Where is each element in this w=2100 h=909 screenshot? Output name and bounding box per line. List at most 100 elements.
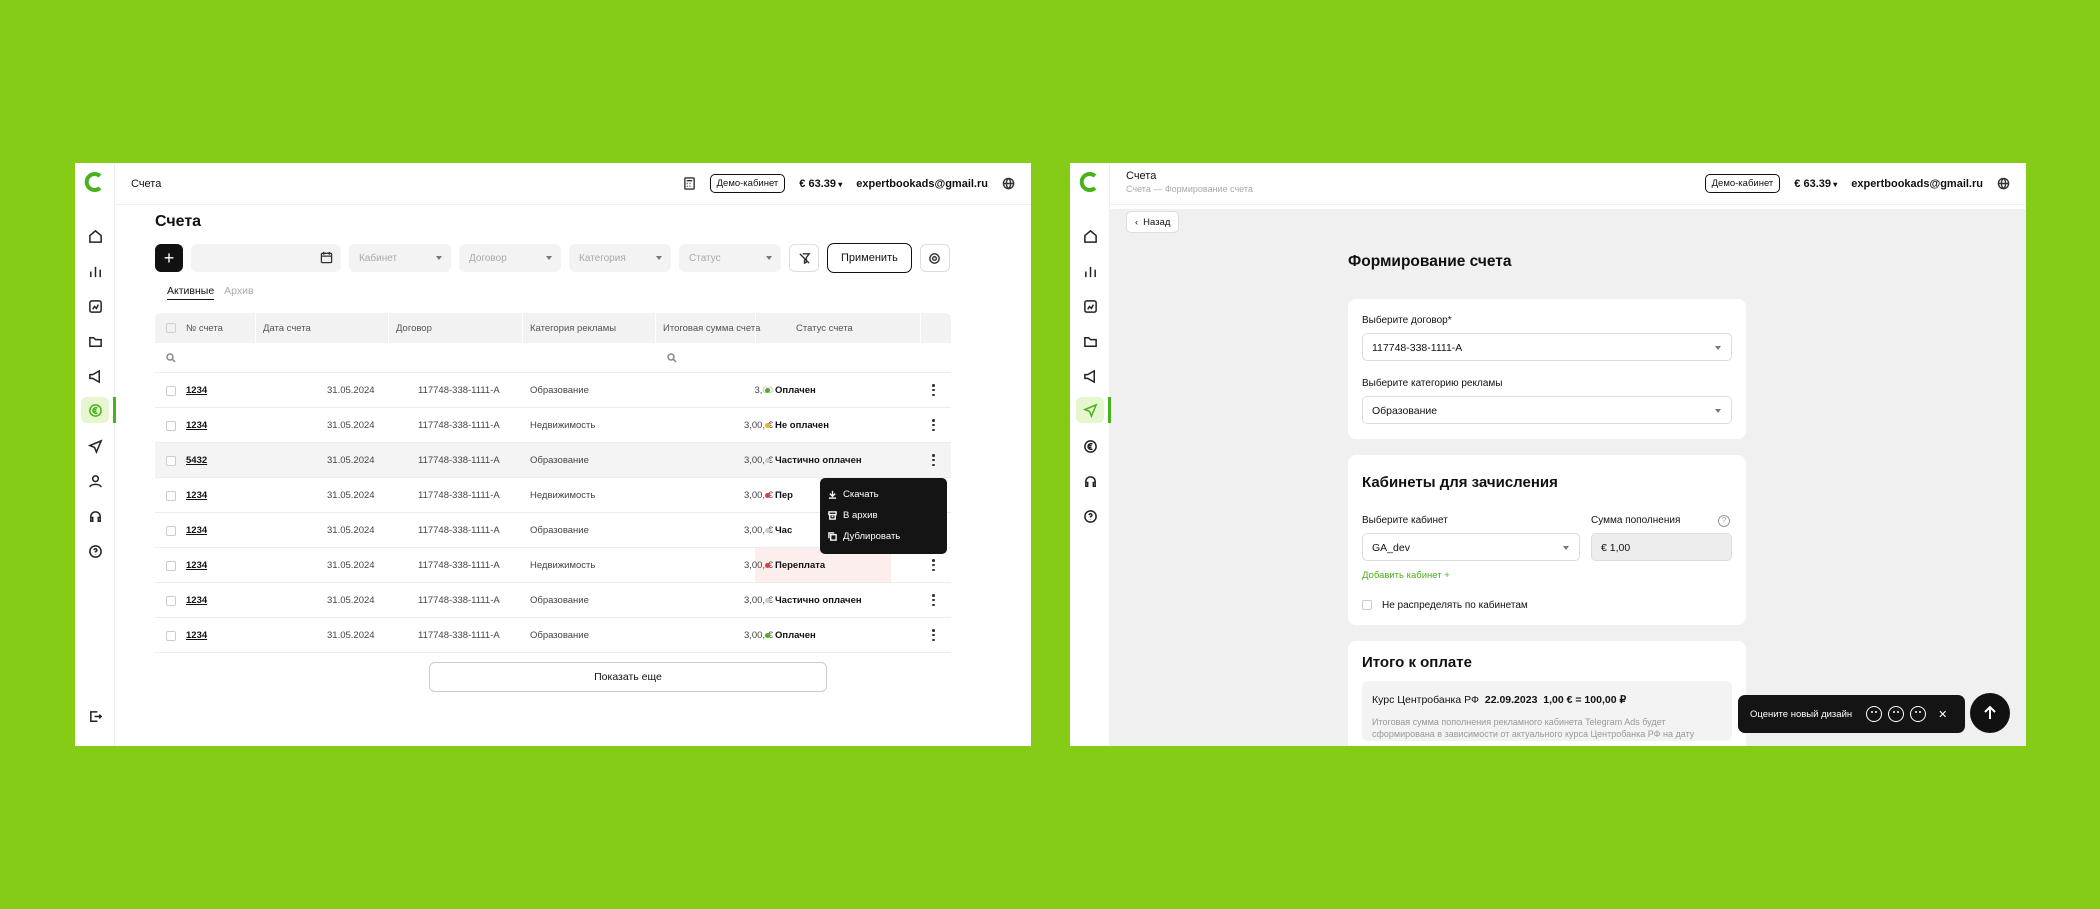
chart-icon[interactable] xyxy=(1080,261,1100,281)
sad-face-icon[interactable] xyxy=(1910,706,1927,722)
account-email[interactable]: expertbookads@gmail.ru xyxy=(1851,178,1983,190)
row-menu-icon[interactable] xyxy=(932,454,935,466)
headset-icon[interactable] xyxy=(85,506,105,526)
cabinet-select[interactable]: Кабинет xyxy=(349,244,451,272)
date-range-input[interactable] xyxy=(191,244,341,272)
ad-category: Образование xyxy=(530,630,589,641)
cabinet-select[interactable]: GA_dev xyxy=(1362,533,1580,561)
reset-filters-button[interactable] xyxy=(789,244,819,272)
status-dot xyxy=(765,493,770,498)
search-icon[interactable] xyxy=(667,353,677,363)
category-select[interactable]: Образование xyxy=(1362,396,1732,424)
search-icon[interactable] xyxy=(166,353,176,363)
row-menu-icon[interactable] xyxy=(932,384,935,396)
invoice-number-link[interactable]: 1234 xyxy=(186,420,207,431)
invoice-number-link[interactable]: 1234 xyxy=(186,525,207,536)
menu-duplicate[interactable]: Дублировать xyxy=(820,526,947,547)
add-invoice-button[interactable]: + xyxy=(155,244,183,272)
scroll-up-button[interactable] xyxy=(1970,693,2010,733)
help-icon[interactable] xyxy=(1080,506,1100,526)
status-dot xyxy=(765,388,770,393)
calendar-icon xyxy=(320,251,333,264)
menu-archive[interactable]: В архив xyxy=(820,505,947,526)
logout-icon[interactable] xyxy=(85,706,105,726)
home-icon[interactable] xyxy=(85,226,105,246)
contract-number: 117748-338-1111-A xyxy=(418,455,500,466)
happy-face-icon[interactable] xyxy=(1866,706,1883,722)
row-checkbox[interactable] xyxy=(166,386,176,396)
row-menu-icon[interactable] xyxy=(932,629,935,641)
row-checkbox[interactable] xyxy=(166,596,176,606)
megaphone-icon[interactable] xyxy=(85,366,105,386)
table-row[interactable]: 1234 31.05.2024 117748-338-1111-A Образован… xyxy=(155,583,951,618)
demo-cabinet-button[interactable]: Демо-кабинет xyxy=(1704,174,1781,193)
row-checkbox[interactable] xyxy=(166,421,176,431)
contract-select[interactable]: Договор xyxy=(459,244,561,272)
row-menu-icon[interactable] xyxy=(932,419,935,431)
send-icon[interactable] xyxy=(1076,397,1104,423)
headset-icon[interactable] xyxy=(1080,471,1100,491)
row-checkbox[interactable] xyxy=(166,561,176,571)
report-icon[interactable] xyxy=(85,296,105,316)
table-row[interactable]: 5432 31.05.2024 117748-338-1111-A Образован… xyxy=(155,443,951,478)
row-checkbox[interactable] xyxy=(166,526,176,536)
show-more-button[interactable]: Показать еще xyxy=(429,662,827,692)
back-label: Назад xyxy=(1143,216,1171,228)
row-menu-icon[interactable] xyxy=(932,559,935,571)
folder-icon[interactable] xyxy=(1080,331,1100,351)
account-email[interactable]: expertbookads@gmail.ru xyxy=(856,178,988,190)
invoice-number-link[interactable]: 1234 xyxy=(186,595,207,606)
menu-download[interactable]: Скачать xyxy=(820,484,947,505)
page-title: Счета xyxy=(155,213,202,230)
user-icon[interactable] xyxy=(85,471,105,491)
table-row[interactable]: 1234 31.05.2024 117748-338-1111-A Образован… xyxy=(155,618,951,653)
close-icon[interactable]: ✕ xyxy=(1938,708,1947,721)
tabs: Активные Архив xyxy=(167,285,254,300)
no-distribute-checkbox[interactable] xyxy=(1362,600,1372,610)
table-row[interactable]: 1234 31.05.2024 117748-338-1111-A Недвижимо… xyxy=(155,408,951,443)
breadcrumb[interactable]: Счета — Формирование счета xyxy=(1126,184,1253,194)
balance-dropdown[interactable]: € 63.39 xyxy=(799,178,842,190)
category-select[interactable]: Категория xyxy=(569,244,671,272)
invoice-number-link[interactable]: 1234 xyxy=(186,490,207,501)
invoice-number-link[interactable]: 5432 xyxy=(186,455,207,466)
invoice-number-link[interactable]: 1234 xyxy=(186,560,207,571)
status-select[interactable]: Статус xyxy=(679,244,781,272)
row-checkbox[interactable] xyxy=(166,491,176,501)
tab-archive[interactable]: Архив xyxy=(224,285,253,300)
invoice-number-link[interactable]: 1234 xyxy=(186,630,207,641)
send-icon[interactable] xyxy=(85,436,105,456)
balance-dropdown[interactable]: € 63.39 xyxy=(1794,178,1837,190)
add-cabinet-link[interactable]: Добавить кабинет + xyxy=(1362,570,1450,581)
amount-input[interactable]: € 1,00 xyxy=(1591,533,1732,561)
globe-icon[interactable] xyxy=(1997,177,2010,190)
back-button[interactable]: ‹ Назад xyxy=(1126,211,1180,233)
filters-bar: + Кабинет Договор Категория Статус Приме… xyxy=(155,243,950,273)
demo-cabinet-button[interactable]: Демо-кабинет xyxy=(709,174,786,193)
invoices-screen: Счета Демо-кабинет € 63.39 expertbookads… xyxy=(75,163,1031,746)
help-icon[interactable] xyxy=(85,541,105,561)
calculator-icon[interactable] xyxy=(683,177,696,190)
question-icon[interactable]: ? xyxy=(1718,515,1730,527)
contract-select[interactable]: 117748-338-1111-A xyxy=(1362,333,1732,361)
home-icon[interactable] xyxy=(1080,226,1100,246)
euro-icon[interactable] xyxy=(1080,436,1100,456)
settings-button[interactable] xyxy=(919,244,950,272)
table-row[interactable]: 1234 31.05.2024 117748-338-1111-A Образован… xyxy=(155,373,951,408)
neutral-face-icon[interactable] xyxy=(1888,706,1905,722)
rate-line: Курс Центробанка РФ 22.09.2023 1,00 € = … xyxy=(1372,694,1626,706)
row-menu-icon[interactable] xyxy=(932,594,935,606)
row-checkbox[interactable] xyxy=(166,631,176,641)
row-checkbox[interactable] xyxy=(166,456,176,466)
globe-icon[interactable] xyxy=(1002,177,1015,190)
chart-icon[interactable] xyxy=(85,261,105,281)
euro-icon[interactable] xyxy=(81,397,109,423)
invoice-number-link[interactable]: 1234 xyxy=(186,385,207,396)
status-dot xyxy=(765,528,770,533)
folder-icon[interactable] xyxy=(85,331,105,351)
select-all-checkbox[interactable] xyxy=(166,323,176,333)
apply-button[interactable]: Применить xyxy=(827,243,912,273)
megaphone-icon[interactable] xyxy=(1080,366,1100,386)
tab-active[interactable]: Активные xyxy=(167,285,215,300)
report-icon[interactable] xyxy=(1080,296,1100,316)
